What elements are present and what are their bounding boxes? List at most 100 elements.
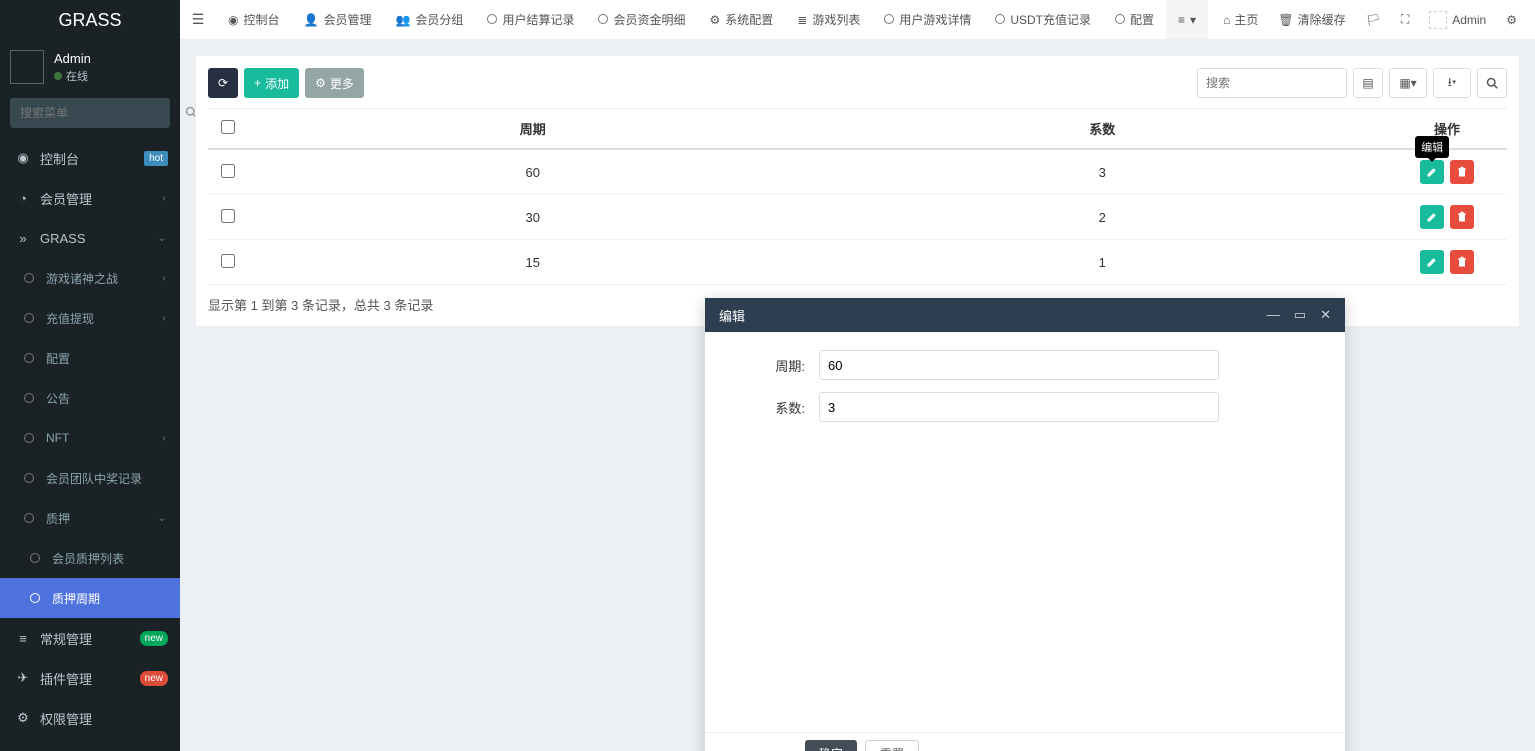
topnav-sysconfig[interactable]: ⚙系统配置 bbox=[697, 0, 785, 39]
sidebar-item-notice[interactable]: 公告 bbox=[0, 378, 180, 418]
sidebar-item-pledge-list[interactable]: 会员质押列表 bbox=[0, 538, 180, 578]
cell-period: 60 bbox=[248, 149, 818, 195]
row-checkbox[interactable] bbox=[221, 164, 235, 178]
table-row: 30 2 bbox=[208, 195, 1507, 240]
minimize-icon[interactable]: — bbox=[1267, 307, 1280, 323]
topbar: ☰ ◉控制台 👤会员管理 👥会员分组 用户结算记录 会员资金明细 ⚙系统配置 ≣… bbox=[180, 0, 1535, 40]
sidebar-item-pledge-period[interactable]: 质押周期 bbox=[0, 578, 180, 618]
edit-button[interactable] bbox=[1420, 250, 1444, 274]
user-name: Admin bbox=[54, 51, 91, 66]
list-icon: ≣ bbox=[797, 13, 807, 27]
sidebar-item-plugin[interactable]: ✈插件管理new bbox=[0, 658, 180, 698]
circle-icon bbox=[20, 391, 38, 406]
topnav-usdt[interactable]: USDT充值记录 bbox=[983, 0, 1103, 39]
topnav-more-dropdown[interactable]: ≡▾ bbox=[1166, 0, 1208, 39]
period-label: 周期: bbox=[729, 356, 819, 375]
circle-icon bbox=[20, 271, 38, 286]
delete-button[interactable] bbox=[1450, 250, 1474, 274]
close-icon[interactable]: ✕ bbox=[1320, 307, 1331, 323]
sidebar: GRASS Admin 在线 ◉控制台hot ◔会员管理‹ »GRASS⌄ 游戏… bbox=[0, 0, 180, 751]
sidebar-item-auth[interactable]: ⚙权限管理 bbox=[0, 698, 180, 738]
avatar[interactable] bbox=[10, 50, 44, 84]
row-checkbox[interactable] bbox=[221, 254, 235, 268]
brand-logo[interactable]: GRASS bbox=[0, 0, 180, 40]
sidebar-item-recharge[interactable]: 充值提现‹ bbox=[0, 298, 180, 338]
topnav-groups[interactable]: 👥会员分组 bbox=[383, 0, 475, 39]
content: ⟳ +添加 ⚙更多 ▤ ▦▾ ⭳▾ 周期 bbox=[180, 40, 1535, 751]
confirm-button[interactable]: 确定 bbox=[805, 740, 857, 751]
topnav-home[interactable]: ⌂主页 bbox=[1213, 0, 1268, 39]
search-button[interactable] bbox=[1477, 68, 1507, 98]
more-button[interactable]: ⚙更多 bbox=[305, 68, 364, 98]
sidebar-item-grass[interactable]: »GRASS⌄ bbox=[0, 218, 180, 258]
col-period[interactable]: 周期 bbox=[248, 109, 818, 150]
modal-header[interactable]: 编辑 — ▭ ✕ bbox=[705, 298, 1345, 332]
online-dot-icon bbox=[54, 72, 62, 80]
sidebar-item-general[interactable]: ≡常规管理new bbox=[0, 618, 180, 658]
modal-title: 编辑 bbox=[719, 306, 1267, 325]
chevron-left-icon: ‹ bbox=[163, 273, 166, 284]
edit-button[interactable] bbox=[1420, 205, 1444, 229]
sidebar-item-members[interactable]: ◔会员管理‹ bbox=[0, 178, 180, 218]
sidebar-item-nft[interactable]: NFT‹ bbox=[0, 418, 180, 458]
topnav-config[interactable]: 配置 bbox=[1103, 0, 1166, 39]
topnav-lang[interactable]: 🏳 bbox=[1356, 0, 1391, 39]
modal-footer: 确定 重置 bbox=[705, 732, 1345, 751]
sidebar-search bbox=[0, 98, 180, 138]
delete-button[interactable] bbox=[1450, 160, 1474, 184]
edit-button[interactable]: 编辑 bbox=[1420, 160, 1444, 184]
sidebar-search-input[interactable] bbox=[10, 106, 185, 120]
topnav-settings[interactable]: ⚙ bbox=[1496, 0, 1527, 39]
reset-button[interactable]: 重置 bbox=[865, 740, 919, 751]
col-coef[interactable]: 系数 bbox=[818, 109, 1388, 150]
topnav-members[interactable]: 👤会员管理 bbox=[292, 0, 384, 39]
topnav-settlement[interactable]: 用户结算记录 bbox=[475, 0, 586, 39]
add-button[interactable]: +添加 bbox=[244, 68, 299, 98]
refresh-button[interactable]: ⟳ bbox=[208, 68, 238, 98]
main: ☰ ◉控制台 👤会员管理 👥会员分组 用户结算记录 会员资金明细 ⚙系统配置 ≣… bbox=[180, 0, 1535, 751]
table-row: 15 1 bbox=[208, 240, 1507, 285]
gear-icon: ⚙ bbox=[315, 76, 326, 90]
rocket-icon: ✈ bbox=[14, 670, 32, 686]
topnav-user[interactable]: Admin bbox=[1419, 0, 1496, 39]
columns-button[interactable]: ▦▾ bbox=[1389, 68, 1427, 98]
chevron-down-icon: ⌄ bbox=[158, 513, 166, 524]
select-all-checkbox[interactable] bbox=[221, 120, 235, 134]
topnav-clear-cache[interactable]: 🗑清除缓存 bbox=[1268, 0, 1355, 39]
sidebar-item-game[interactable]: 游戏诸神之战‹ bbox=[0, 258, 180, 298]
circle-icon bbox=[26, 591, 44, 606]
sidebar-item-config[interactable]: 配置 bbox=[0, 338, 180, 378]
circle-icon bbox=[20, 511, 38, 526]
data-table: 周期 系数 操作 60 3 编辑 bbox=[208, 108, 1507, 285]
circle-icon bbox=[995, 13, 1005, 27]
refresh-icon: ⟳ bbox=[218, 76, 228, 90]
topnav-fullscreen[interactable]: ⛶ bbox=[1391, 0, 1419, 39]
sidebar-item-team-win[interactable]: 会员团队中奖记录 bbox=[0, 458, 180, 498]
period-input[interactable] bbox=[819, 350, 1219, 380]
export-button[interactable]: ⭳▾ bbox=[1433, 68, 1471, 98]
toggle-view-button[interactable]: ▤ bbox=[1353, 68, 1383, 98]
new-badge: new bbox=[140, 631, 168, 646]
menu-toggle[interactable]: ☰ bbox=[180, 0, 216, 39]
sidebar-item-pledge[interactable]: 质押⌄ bbox=[0, 498, 180, 538]
chevron-left-icon: ‹ bbox=[163, 313, 166, 324]
coef-input[interactable] bbox=[819, 392, 1219, 422]
home-icon: ⌂ bbox=[1223, 13, 1230, 27]
dashboard-icon: ◉ bbox=[228, 13, 238, 27]
topnav-games[interactable]: ≣游戏列表 bbox=[785, 0, 872, 39]
cell-coef: 2 bbox=[818, 195, 1388, 240]
table-search-input[interactable] bbox=[1197, 68, 1347, 98]
topnav-dashboard[interactable]: ◉控制台 bbox=[216, 0, 292, 39]
maximize-icon[interactable]: ▭ bbox=[1294, 307, 1306, 323]
delete-button[interactable] bbox=[1450, 205, 1474, 229]
edit-tooltip: 编辑 bbox=[1415, 136, 1449, 158]
list-icon: ≡ bbox=[1178, 13, 1185, 27]
topnav-funds[interactable]: 会员资金明细 bbox=[586, 0, 697, 39]
group-icon: ⚙ bbox=[14, 710, 32, 726]
sidebar-item-dashboard[interactable]: ◉控制台hot bbox=[0, 138, 180, 178]
row-checkbox[interactable] bbox=[221, 209, 235, 223]
circle-icon bbox=[20, 351, 38, 366]
circle-icon bbox=[20, 471, 38, 486]
topnav-game-detail[interactable]: 用户游戏详情 bbox=[872, 0, 983, 39]
gears-icon: ⚙ bbox=[1506, 13, 1517, 27]
